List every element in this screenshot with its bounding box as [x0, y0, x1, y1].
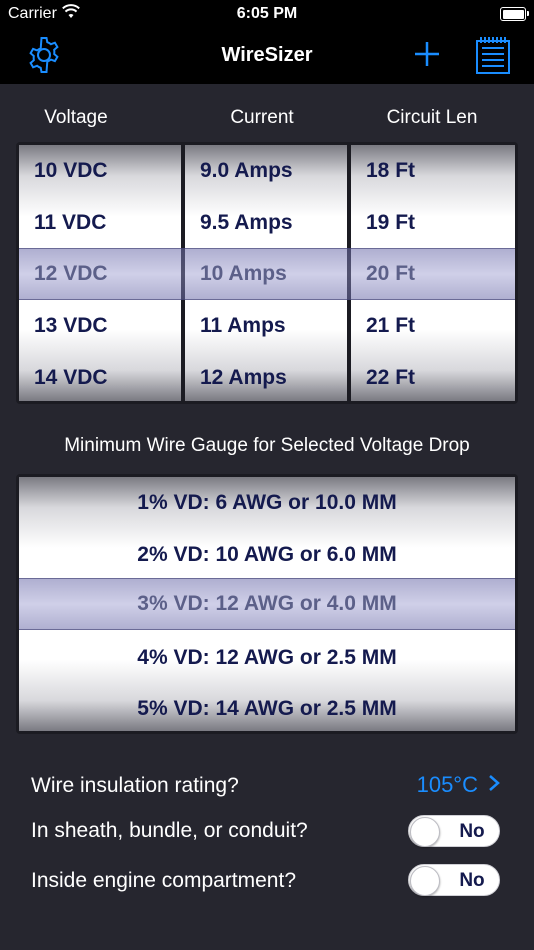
current-option[interactable]: 11 Amps	[185, 300, 347, 352]
circuit-length-header: Circuit Len	[386, 107, 478, 128]
navigation-bar: WireSizer	[0, 28, 534, 84]
toggle-knob	[410, 866, 440, 896]
sheath-label: In sheath, bundle, or conduit?	[31, 819, 308, 842]
gauge-option[interactable]: 4% VD: 12 AWG or 2.5 MM	[19, 632, 515, 684]
length-option[interactable]: 19 Ft	[351, 197, 515, 249]
current-option[interactable]: 9.5 Amps	[185, 197, 347, 249]
gauge-caption: Minimum Wire Gauge for Selected Voltage …	[64, 435, 470, 456]
page-title: WireSizer	[221, 44, 313, 66]
gauge-option[interactable]: 2% VD: 10 AWG or 6.0 MM	[19, 529, 515, 581]
length-option[interactable]: 18 Ft	[351, 145, 515, 197]
voltage-option[interactable]: 11 VDC	[19, 197, 181, 249]
current-option[interactable]: 12 Amps	[185, 352, 347, 401]
sheath-toggle-value: No	[459, 821, 485, 842]
status-time: 6:05 PM	[236, 5, 298, 22]
insulation-rating-value[interactable]: 105°C	[417, 772, 478, 798]
engine-compartment-label: Inside engine compartment?	[31, 869, 296, 892]
battery-icon	[500, 7, 529, 21]
engine-compartment-toggle[interactable]: No	[408, 864, 500, 896]
voltage-option[interactable]: 13 VDC	[19, 300, 181, 352]
length-option[interactable]: 22 Ft	[351, 352, 515, 401]
chevron-right-icon	[488, 772, 500, 798]
voltage-option[interactable]: 10 VDC	[19, 145, 181, 197]
gauge-option[interactable]: 1% VD: 6 AWG or 10.0 MM	[19, 477, 515, 529]
length-selected[interactable]: 20 Ft	[351, 249, 515, 301]
current-selected[interactable]: 10 Amps	[185, 249, 347, 301]
insulation-rating-button[interactable]: 105°C	[417, 772, 500, 798]
voltage-header: Voltage	[44, 107, 108, 128]
gauge-option[interactable]: 5% VD: 14 AWG or 2.5 MM	[19, 683, 515, 731]
plus-icon[interactable]	[411, 38, 443, 70]
engine-toggle-value: No	[459, 870, 485, 891]
current-header: Current	[230, 107, 294, 128]
insulation-rating-label: Wire insulation rating?	[31, 774, 239, 797]
status-bar: Carrier 6:05 PM	[0, 0, 534, 28]
current-option[interactable]: 9.0 Amps	[185, 145, 347, 197]
length-option[interactable]: 21 Ft	[351, 300, 515, 352]
voltage-option[interactable]: 14 VDC	[19, 352, 181, 401]
sheath-toggle[interactable]: No	[408, 815, 500, 847]
gauge-selected[interactable]: 3% VD: 12 AWG or 4.0 MM	[19, 579, 515, 631]
picker-selection-indicator: 12 VDC 10 Amps 20 Ft	[19, 248, 515, 300]
wire-gauge-picker: 1% VD: 6 AWG or 10.0 MM 2% VD: 10 AWG or…	[16, 474, 518, 734]
voltage-selected[interactable]: 12 VDC	[19, 249, 181, 301]
gauge-selection-indicator: 3% VD: 12 AWG or 4.0 MM	[19, 578, 515, 630]
voltage-current-length-picker: 10 VDC 11 VDC 13 VDC 14 VDC 9.0 Amps 9.5…	[16, 142, 518, 404]
notepad-icon[interactable]	[475, 35, 511, 75]
toggle-knob	[410, 817, 440, 847]
